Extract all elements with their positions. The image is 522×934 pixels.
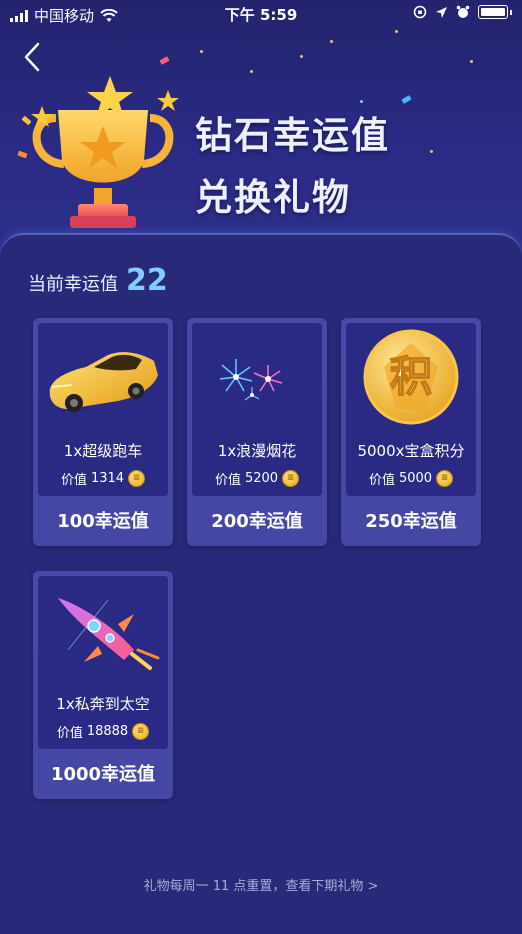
gift-price: 价值 5000 ≡ (346, 469, 476, 488)
sparkle (430, 150, 433, 153)
gift-name: 1x超级跑车 (63, 442, 143, 460)
price-label: 价值 (60, 473, 87, 488)
rotation-lock-icon (413, 5, 427, 19)
price-value: 5000 (398, 471, 433, 486)
price-value: 1314 (90, 471, 125, 486)
price-value: 5200 (244, 471, 279, 486)
lucky-value-label: 当前幸运值 (28, 274, 118, 295)
coin-icon: ≡ (132, 723, 150, 740)
fireworks-icon (219, 359, 283, 401)
chevron-left-icon (24, 42, 40, 72)
price-value: 18888 (86, 724, 129, 739)
page-subtitle: 兑换礼物 (195, 176, 351, 219)
location-icon (436, 6, 447, 18)
points-coin-glyph: 积 (390, 352, 432, 401)
sparkle (300, 55, 303, 58)
gift-cost: 250幸运值 (365, 511, 457, 532)
sparkle (330, 40, 333, 43)
gift-card-body: 1x浪漫烟花 价值 5200 ≡ (192, 323, 322, 496)
gift-cost: 1000幸运值 (50, 764, 156, 785)
gift-card-body: 1x私奔到太空 价值 18888 ≡ (38, 576, 168, 749)
sparkle (360, 100, 363, 103)
gift-card-body: 积 5000x宝盒积分 价值 5000 ≡ (346, 323, 476, 496)
gift-name: 1x私奔到太空 (56, 695, 150, 713)
gift-name: 1x浪漫烟花 (217, 442, 297, 460)
coin-icon: ≡ (436, 470, 454, 487)
gift-card-rocket[interactable]: 1x私奔到太空 价值 18888 ≡ 1000幸运值 (33, 571, 173, 799)
coin-icon: ≡ (128, 470, 146, 487)
back-button[interactable] (18, 40, 48, 74)
battery-icon (478, 5, 508, 19)
gift-card-body: 1x超级跑车 价值 1314 ≡ (38, 323, 168, 496)
confetti (159, 56, 170, 65)
gift-cost: 200幸运值 (211, 511, 303, 532)
gift-cost: 100幸运值 (57, 511, 149, 532)
next-gifts-link[interactable]: 礼物每周一 11 点重置，查看下期礼物 > (0, 875, 522, 894)
gift-price: 价值 18888 ≡ (38, 722, 168, 741)
sparkle (395, 30, 398, 33)
header-banner: 中国移动 下午 5:59 钻石幸运值 兑换礼物 (0, 0, 522, 260)
status-bar: 中国移动 下午 5:59 (0, 0, 522, 28)
alarm-icon (456, 5, 470, 18)
gift-price: 价值 5200 ≡ (192, 469, 322, 488)
sparkle (200, 50, 203, 53)
sparkle (250, 70, 253, 73)
gift-card-sports-car[interactable]: 1x超级跑车 价值 1314 ≡ 100幸运值 (33, 318, 173, 546)
rocket-icon (58, 598, 160, 670)
confetti (401, 95, 412, 104)
price-label: 价值 (56, 726, 83, 741)
price-label: 价值 (214, 473, 241, 488)
gift-name: 5000x宝盒积分 (357, 442, 465, 460)
gift-card-fireworks[interactable]: 1x浪漫烟花 价值 5200 ≡ 200幸运值 (187, 318, 327, 546)
gift-card-points[interactable]: 积 5000x宝盒积分 价值 5000 ≡ 250幸运值 (341, 318, 481, 546)
points-coin-icon: 积 (363, 329, 459, 425)
sparkle (470, 60, 473, 63)
price-label: 价值 (368, 473, 395, 488)
current-lucky-value: 当前幸运值 22 (28, 263, 168, 298)
page-title: 钻石幸运值 (195, 114, 390, 157)
battery-tip (510, 9, 512, 15)
sports-car-icon (49, 352, 158, 412)
gift-price: 价值 1314 ≡ (38, 469, 168, 488)
trophy-icon (31, 76, 179, 228)
lucky-value-number: 22 (126, 263, 168, 298)
coin-icon: ≡ (282, 470, 300, 487)
